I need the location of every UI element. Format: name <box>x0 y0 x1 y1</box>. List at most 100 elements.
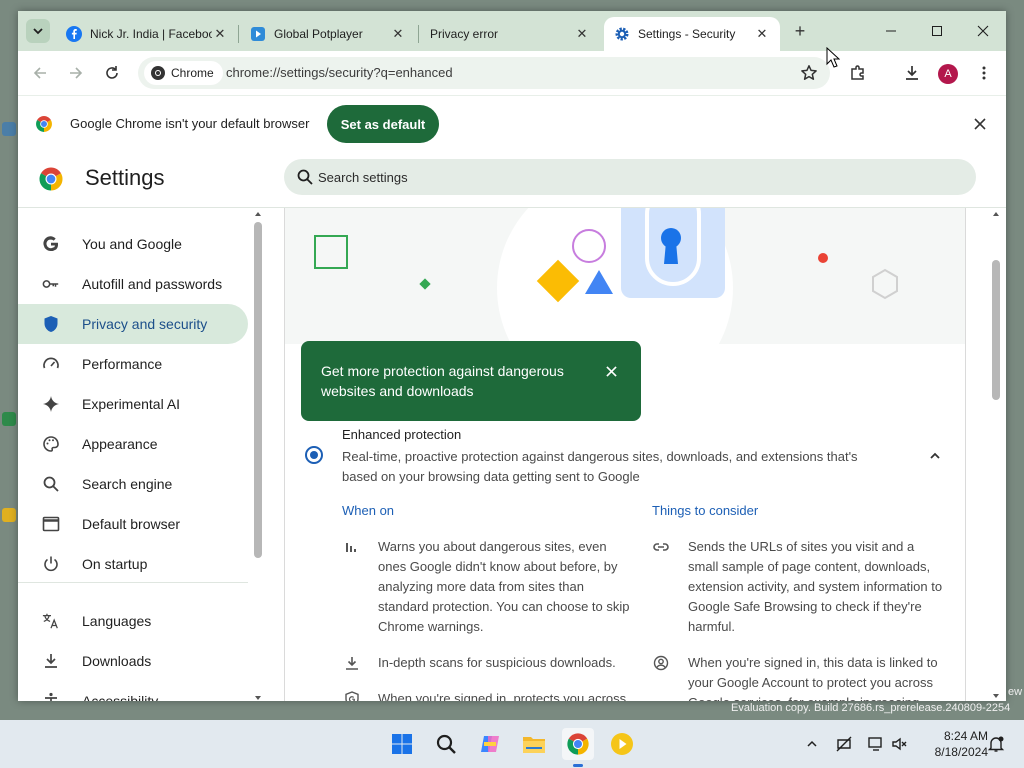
forward-button[interactable] <box>64 61 88 85</box>
system-clock[interactable]: 8:24 AM 8/18/2024 <box>918 728 988 760</box>
sidebar-item-languages[interactable]: Languages <box>18 601 248 641</box>
scroll-up-arrow-icon <box>993 212 999 216</box>
tab-settings-security[interactable]: Settings - Security ✕ <box>604 17 780 51</box>
bell-icon <box>987 736 1005 752</box>
tab-potplayer[interactable]: Global Potplayer ✕ <box>240 17 416 51</box>
security-illustration <box>285 208 965 344</box>
show-hidden-icons-button[interactable] <box>802 734 822 754</box>
sidebar-item-default-browser[interactable]: Default browser <box>18 504 248 544</box>
protection-promo-tooltip: Get more protection against dangerous we… <box>301 341 641 421</box>
close-tooltip-button[interactable] <box>601 361 621 381</box>
address-bar[interactable]: Chrome chrome://settings/security?q=enha… <box>138 57 830 89</box>
more-vertical-icon <box>982 66 986 80</box>
tab-label: Settings - Security <box>638 27 736 41</box>
minimize-icon <box>886 30 896 32</box>
desktop-icon-fragment <box>2 122 16 136</box>
sidebar-divider <box>18 582 248 583</box>
site-info-chip[interactable]: Chrome <box>144 61 223 85</box>
new-tab-button[interactable]: + <box>790 21 810 41</box>
tab-search-button[interactable] <box>26 19 50 43</box>
extensions-button[interactable] <box>846 61 870 85</box>
chevron-up-icon <box>930 452 940 459</box>
tab-label: Nick Jr. India | Facebook <box>90 27 212 41</box>
minimize-button[interactable] <box>876 19 906 43</box>
power-icon <box>42 555 60 573</box>
key-icon <box>42 275 60 293</box>
puzzle-piece-icon <box>851 65 864 80</box>
collapse-button[interactable] <box>925 446 945 466</box>
chrome-menu-button[interactable] <box>972 61 996 85</box>
settings-main-content: Enhanced protection Real-time, proactive… <box>266 207 1006 701</box>
link-icon <box>652 538 670 556</box>
taskbar-search-button[interactable] <box>430 728 462 760</box>
tab-privacy-error[interactable]: Privacy error ✕ <box>420 17 600 51</box>
start-button[interactable] <box>386 728 418 760</box>
close-window-button[interactable] <box>968 19 998 43</box>
arrow-left-icon <box>33 67 46 79</box>
hero-illustration-graphic <box>314 208 898 344</box>
sidebar-item-experimental-ai[interactable]: Experimental AI <box>18 384 248 424</box>
sidebar-item-autofill[interactable]: Autofill and passwords <box>18 264 248 304</box>
bar-chart-icon <box>343 538 361 556</box>
tab-label: Privacy error <box>430 27 499 41</box>
settings-header: Settings <box>18 151 1006 207</box>
settings-search-box[interactable] <box>284 159 976 195</box>
bookmark-star-icon[interactable] <box>800 64 818 82</box>
shield-icon <box>42 315 60 333</box>
search-icon <box>297 169 313 185</box>
device-status[interactable] <box>866 734 886 754</box>
sidebar-scrollbar-thumb[interactable] <box>254 222 262 558</box>
sidebar-item-downloads[interactable]: Downloads <box>18 641 248 681</box>
url-text[interactable]: chrome://settings/security?q=enhanced <box>226 65 453 80</box>
set-as-default-button[interactable]: Set as default <box>327 105 439 143</box>
chevron-up-icon <box>807 740 817 747</box>
back-button[interactable] <box>28 61 52 85</box>
close-icon <box>974 118 986 130</box>
enhanced-protection-radio[interactable] <box>305 446 323 464</box>
close-tab-icon[interactable]: ✕ <box>754 26 770 42</box>
sidebar-item-on-startup[interactable]: On startup <box>18 544 248 584</box>
main-scrollbar-thumb[interactable] <box>992 260 1000 400</box>
chrome-logo-icon <box>151 66 165 80</box>
folder-icon <box>523 737 545 753</box>
close-icon <box>605 365 617 377</box>
sidebar-item-you-and-google[interactable]: You and Google <box>18 224 248 264</box>
reload-button[interactable] <box>100 61 124 85</box>
palette-icon <box>42 435 60 453</box>
maximize-button[interactable] <box>922 19 952 43</box>
profile-avatar[interactable]: A <box>938 64 958 84</box>
facebook-icon <box>66 26 82 42</box>
accessibility-icon <box>42 692 60 701</box>
sidebar-item-label: You and Google <box>82 236 182 252</box>
network-status[interactable] <box>834 734 854 754</box>
potplayer-taskbar-button[interactable] <box>606 728 638 760</box>
downloads-button[interactable] <box>900 61 924 85</box>
close-tab-icon[interactable]: ✕ <box>390 26 406 42</box>
default-browser-infobar: Google Chrome isn't your default browser… <box>18 95 1006 151</box>
chrome-taskbar-button[interactable] <box>562 728 594 760</box>
close-tab-icon[interactable]: ✕ <box>574 26 590 42</box>
clock-date: 8/18/2024 <box>934 745 988 759</box>
sidebar-item-search-engine[interactable]: Search engine <box>18 464 248 504</box>
windows-taskbar: 8:24 AM 8/18/2024 <box>0 720 1024 768</box>
dismiss-infobar-button[interactable] <box>970 114 990 134</box>
search-input[interactable] <box>318 167 918 187</box>
account-circle-icon <box>652 654 670 672</box>
sidebar-item-label: Search engine <box>82 476 173 492</box>
sidebar-item-privacy-and-security[interactable]: Privacy and security <box>18 304 248 344</box>
file-explorer-button[interactable] <box>518 728 550 760</box>
sidebar-item-label: Appearance <box>82 436 158 452</box>
security-card: Enhanced protection Real-time, proactive… <box>284 208 966 701</box>
notifications-button[interactable] <box>986 734 1006 754</box>
sidebar-item-performance[interactable]: Performance <box>18 344 248 384</box>
volume-status[interactable] <box>890 734 910 754</box>
sidebar-item-accessibility[interactable]: Accessibility <box>18 681 248 701</box>
copilot-button[interactable] <box>474 728 506 760</box>
tab-facebook[interactable]: Nick Jr. India | Facebook ✕ <box>56 17 238 51</box>
chrome-logo-icon <box>567 733 589 755</box>
close-tab-icon[interactable]: ✕ <box>212 26 228 42</box>
sidebar-item-appearance[interactable]: Appearance <box>18 424 248 464</box>
windows-logo-icon <box>392 734 412 754</box>
sidebar-item-label: Accessibility <box>82 693 159 701</box>
infobar-message: Google Chrome isn't your default browser <box>70 116 310 131</box>
